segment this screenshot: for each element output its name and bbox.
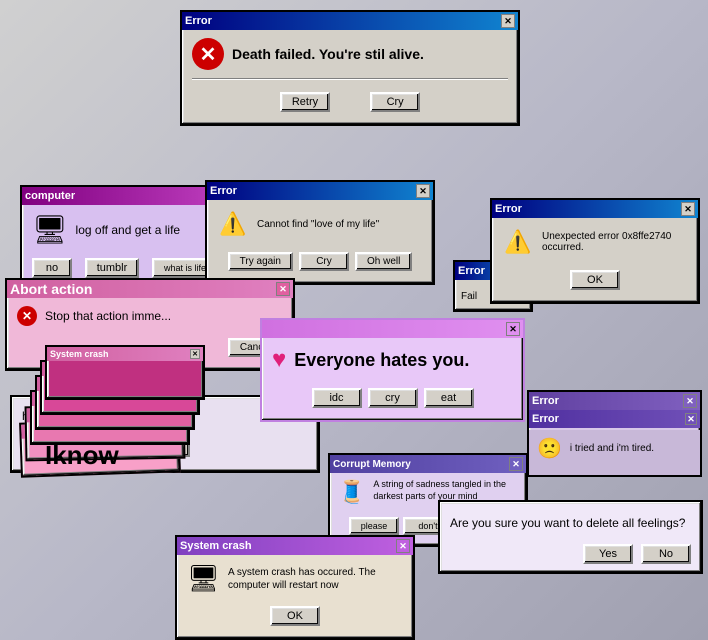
corrupt-memory-please-button[interactable]: please (349, 517, 399, 535)
corrupt-memory-icon: 🧵 (338, 479, 365, 505)
delete-feelings-dialog: Are you sure you want to delete all feel… (438, 500, 703, 574)
error-tried-sub-close[interactable]: ✕ (685, 413, 697, 425)
computer-no-button[interactable]: no (32, 258, 72, 278)
iknow-area: Iknow (45, 440, 119, 471)
everyone-hates-cry-button[interactable]: cry (368, 388, 418, 408)
corrupt-memory-close[interactable]: ✕ (509, 457, 523, 471)
error-tried-sub-title: Error (532, 413, 559, 425)
error-tried-icon: 🙁 (537, 436, 562, 461)
error-main-message: Death failed. You're stil alive. (232, 46, 424, 62)
everyone-hates-heart-icon: ♥ (272, 346, 286, 374)
error-tried-message: i tried and i'm tired. (570, 443, 654, 454)
system-crash-titlebar: System crash ✕ (177, 537, 413, 555)
error-unexpected-title: Error (495, 203, 522, 215)
iknow-text: Iknow (45, 440, 119, 470)
system-crash-icon: 🖥 (187, 563, 220, 594)
error-love-tryagain-button[interactable]: Try again (228, 252, 293, 271)
error-fail-message: Fail (461, 291, 477, 302)
error-main-title: Error (185, 15, 212, 27)
system-crash-ok-button[interactable]: OK (270, 606, 320, 626)
corrupt-memory-titlebar: Corrupt Memory ✕ (330, 455, 526, 473)
delete-feelings-message: Are you sure you want to delete all feel… (450, 516, 685, 530)
stacked-dialog-6: System crash ✕ (45, 345, 205, 400)
error-tried-title: Error (532, 395, 559, 407)
error-tried-sub-titlebar: Error ✕ (529, 410, 700, 428)
everyone-hates-close[interactable]: ✕ (506, 322, 520, 336)
computer-dialog: computer ✕ 🖥 log off and get a life no t… (20, 185, 235, 292)
error-love-close[interactable]: ✕ (416, 184, 430, 198)
system-crash-title: System crash (180, 540, 252, 552)
error-tried-dialog: Error ✕ Error ✕ 🙁 i tried and i'm tired. (527, 390, 702, 477)
error-love-cry-button[interactable]: Cry (299, 252, 349, 271)
everyone-hates-eat-button[interactable]: eat (424, 388, 474, 408)
error-main-dialog: Error ✕ ✕ Death failed. You're stil aliv… (180, 10, 520, 126)
error-unexpected-message: Unexpected error 0x8ffe2740 occurred. (542, 231, 688, 253)
delete-feelings-yes-button[interactable]: Yes (583, 544, 633, 564)
everyone-hates-message: Everyone hates you. (294, 350, 469, 371)
abort-title: Abort action (10, 281, 92, 297)
error-love-titlebar: Error ✕ (207, 182, 433, 200)
delete-feelings-no-button[interactable]: No (641, 544, 691, 564)
corrupt-memory-title: Corrupt Memory (333, 459, 411, 470)
error-love-dialog: Error ✕ ⚠️ Cannot find "love of my life"… (205, 180, 435, 285)
error-unexpected-close[interactable]: ✕ (681, 202, 695, 216)
everyone-hates-dialog: ✕ ♥ Everyone hates you. idc cry eat (260, 318, 525, 422)
stacked-titlebar-6: System crash ✕ (47, 347, 203, 361)
error-main-retry-button[interactable]: Retry (280, 92, 330, 112)
computer-icon: 🖥 (32, 213, 68, 246)
system-crash-dialog: System crash ✕ 🖥 A system crash has occu… (175, 535, 415, 640)
computer-message: log off and get a life (76, 223, 181, 237)
everyone-hates-titlebar: ✕ (262, 320, 523, 338)
error-love-icon: ⚠️ (217, 208, 249, 240)
error-main-icon: ✕ (192, 38, 224, 70)
computer-title: computer (25, 190, 75, 202)
error-unexpected-icon: ⚠️ (502, 226, 534, 258)
corrupt-memory-message: A string of sadness tangled in the darke… (373, 479, 518, 502)
error-tried-titlebar: Error ✕ (529, 392, 700, 410)
error-main-titlebar: Error ✕ (182, 12, 518, 30)
abort-titlebar: Abort action ✕ (7, 280, 293, 298)
system-crash-close[interactable]: ✕ (396, 539, 410, 553)
error-fail-title: Error (458, 265, 485, 277)
error-unexpected-titlebar: Error ✕ (492, 200, 698, 218)
abort-icon: ✕ (17, 306, 37, 326)
error-love-message: Cannot find "love of my life" (257, 219, 379, 230)
error-main-cry-button[interactable]: Cry (370, 92, 420, 112)
everyone-hates-idc-button[interactable]: idc (312, 388, 362, 408)
system-crash-message: A system crash has occured. The computer… (228, 566, 403, 592)
computer-titlebar: computer ✕ (22, 187, 233, 205)
abort-close[interactable]: ✕ (276, 282, 290, 296)
stacked-close-6[interactable]: ✕ (190, 349, 200, 359)
error-unexpected-dialog: Error ✕ ⚠️ Unexpected error 0x8ffe2740 o… (490, 198, 700, 304)
error-unexpected-ok-button[interactable]: OK (570, 270, 620, 290)
error-tried-close[interactable]: ✕ (683, 394, 697, 408)
computer-tumblr-button[interactable]: tumblr (85, 258, 140, 278)
error-love-ohwell-button[interactable]: Oh well (355, 252, 412, 271)
abort-message: Stop that action imme... (45, 309, 171, 323)
error-love-title: Error (210, 185, 237, 197)
error-main-close[interactable]: ✕ (501, 14, 515, 28)
